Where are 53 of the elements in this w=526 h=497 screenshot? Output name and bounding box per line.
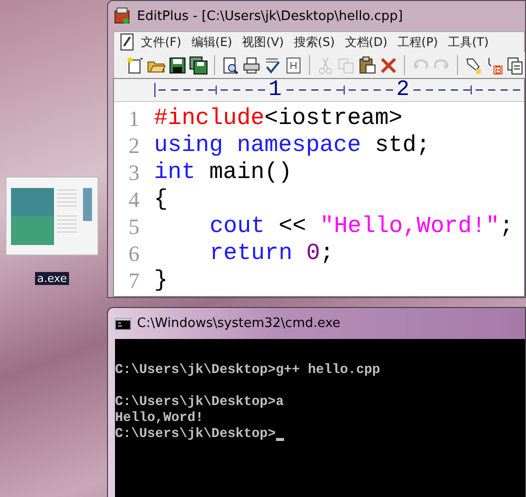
console-line: C:\Users\jk\Desktop>g++ hello.cpp xyxy=(115,363,380,379)
code-line: cout << "Hello,Word!"; xyxy=(210,213,514,240)
exe-file-icon xyxy=(5,176,99,256)
line-number: 7 xyxy=(128,267,140,294)
clipboard-button[interactable] xyxy=(358,55,378,75)
console-icon xyxy=(115,318,131,330)
menu-item[interactable]: 文件(F) xyxy=(136,34,186,50)
print-preview-button[interactable] xyxy=(221,55,240,75)
copy-icon xyxy=(337,56,356,74)
document-button[interactable] xyxy=(284,55,304,75)
code-line: return 0; xyxy=(210,240,334,267)
new-file-icon xyxy=(126,56,145,74)
code-line: int main() xyxy=(154,159,292,186)
code-line: } xyxy=(154,267,168,294)
menu-item[interactable]: 工具(T) xyxy=(443,34,494,50)
file-label[interactable]: a.exe xyxy=(35,272,69,285)
delete-x-icon xyxy=(379,56,398,74)
documents-button[interactable] xyxy=(506,55,526,75)
delete-x-button[interactable] xyxy=(379,55,398,75)
console-line: C:\Users\jk\Desktop>a xyxy=(115,395,284,411)
menu-item[interactable]: 视图(V) xyxy=(237,34,289,50)
floppy-disks-icon xyxy=(189,56,208,74)
printer-button[interactable] xyxy=(242,55,262,75)
document-pen-icon xyxy=(118,33,136,51)
code-line: #include<iostream> xyxy=(154,105,402,132)
print-preview-icon xyxy=(221,56,240,74)
line-number: 1 xyxy=(128,105,140,132)
app-logo-icon xyxy=(113,7,131,25)
code-line: using namespace std; xyxy=(154,132,430,159)
console-line: Hello,Word! xyxy=(115,411,204,427)
ruler-number: 2 xyxy=(396,79,410,101)
line-number: 5 xyxy=(128,213,140,240)
console-line: C:\Users\jk\Desktop> xyxy=(115,427,276,443)
window-title: C:\Windows\system32\cmd.exe xyxy=(137,316,340,331)
window-title: EditPlus - [C:\Users\jk\Desktop\hello.cpp] xyxy=(137,8,403,24)
line-number: 4 xyxy=(128,186,140,213)
ruler-number: 1 xyxy=(268,79,282,101)
menu-item[interactable]: 工程(P) xyxy=(392,34,443,50)
printer-icon xyxy=(242,56,262,74)
menu-item[interactable]: 文档(D) xyxy=(340,34,392,50)
line-number: 6 xyxy=(128,240,140,267)
menu-item[interactable]: 搜索(S) xyxy=(288,34,340,50)
menu-item[interactable]: 编辑(E) xyxy=(186,34,238,50)
floppy-disks-button[interactable] xyxy=(189,55,208,75)
code-line: { xyxy=(154,186,168,213)
line-number: 2 xyxy=(128,132,140,159)
new-file-button[interactable] xyxy=(126,55,146,75)
documents-icon xyxy=(506,56,526,74)
document-icon xyxy=(284,56,304,74)
spell-check-icon xyxy=(263,56,282,74)
clipboard-icon xyxy=(358,56,378,74)
line-number: 3 xyxy=(128,159,140,186)
floppy-disk-button[interactable] xyxy=(168,55,188,75)
